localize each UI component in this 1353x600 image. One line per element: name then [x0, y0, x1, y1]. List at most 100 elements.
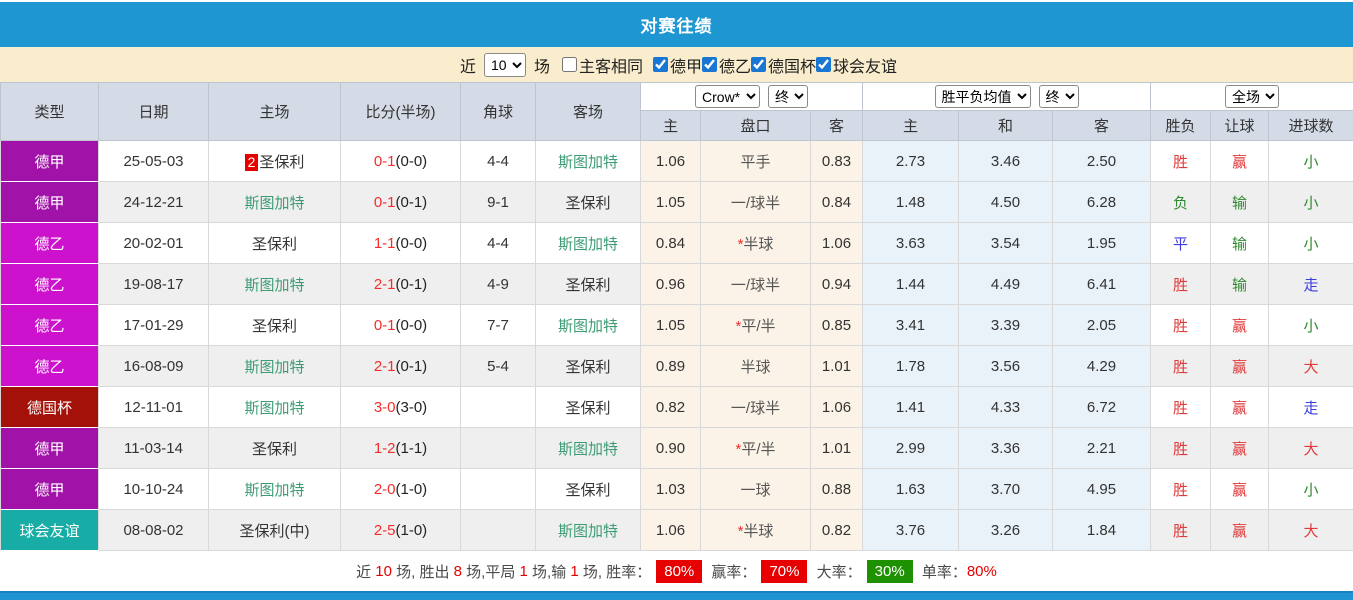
table-row: 德甲 11-03-14 圣保利 1-2(1-1) 斯图加特 0.90 *平/半 …	[0, 427, 1353, 469]
result-wdl-cell: 负	[1150, 181, 1212, 223]
handicap-line: 半球	[743, 235, 774, 253]
league-checkbox[interactable]	[652, 57, 668, 72]
col-header-away: 客场	[535, 82, 641, 141]
score-cell: 3-0(3-0)	[340, 386, 461, 428]
result-handicap-cell: 输	[1210, 222, 1270, 264]
handicap-line-cell: *平/半	[700, 427, 811, 469]
half-time-score: (0-1)	[395, 193, 428, 211]
same-venue-option[interactable]: 主客相同	[561, 53, 643, 77]
result-goals-cell: 小	[1268, 468, 1353, 510]
full-time-score: 2-1	[373, 275, 396, 293]
away-team-cell: 斯图加特	[535, 304, 641, 346]
league-checkbox[interactable]	[702, 57, 717, 72]
handicap-odds-away-cell: 0.88	[809, 468, 864, 510]
home-team-name: 圣保利	[251, 235, 297, 253]
scope-select[interactable]: 全场	[1225, 85, 1280, 108]
home-team-cell: 斯图加特	[208, 345, 341, 387]
table-row: 德甲 10-10-24 斯图加特 2-0(1-0) 圣保利 1.03 一球 0.…	[0, 468, 1353, 510]
odds-controls-cell: Crow* 终	[639, 82, 864, 111]
away-team-name: 圣保利	[565, 399, 611, 417]
same-venue-checkbox[interactable]	[561, 57, 577, 72]
summary-bar: 近 10 场, 胜出 8 场,平局 1 场,输 1 场, 胜率： 80% 赢率： 7…	[0, 551, 1353, 591]
avg-draw-cell: 3.54	[958, 222, 1054, 264]
match-date-cell: 08-08-02	[98, 509, 209, 551]
home-team-cell: 圣保利	[208, 427, 341, 469]
handicap-line-cell: 平手	[700, 140, 811, 182]
scope-controls-cell: 全场	[1150, 82, 1353, 111]
avg-draw-cell: 4.50	[958, 181, 1054, 223]
home-team-name: 圣保利	[259, 153, 305, 171]
league-filter-option[interactable]: 德甲	[652, 53, 702, 77]
avg-lose-cell: 4.95	[1052, 468, 1152, 510]
half-time-score: (0-0)	[395, 234, 428, 252]
home-team-name: 斯图加特	[244, 399, 305, 417]
subheader-handicap: 盘口	[700, 110, 811, 141]
table-row: 德乙 19-08-17 斯图加特 2-1(0-1) 4-9 圣保利 0.96 一…	[0, 263, 1353, 305]
full-time-score: 1-2	[373, 439, 396, 457]
h2h-table: 类型 日期 主场 比分(半场) 角球 客场 Crow* 终 胜平负均值终 全场 主…	[0, 82, 1353, 551]
full-time-score: 0-1	[373, 193, 396, 211]
handicap-line: 一/球半	[730, 399, 781, 417]
home-team-cell: 斯图加特	[208, 181, 341, 223]
summary-value: 1	[570, 562, 579, 580]
handicap-odds-home-cell: 0.82	[640, 386, 701, 428]
summary-text: 场, 胜出	[391, 563, 454, 581]
summary-value: 30%	[866, 559, 913, 583]
league-checkbox[interactable]	[816, 57, 832, 72]
match-type-cell: 德甲	[0, 427, 99, 469]
col-header-score: 比分(半场)	[340, 82, 461, 141]
avg-draw-cell: 3.70	[958, 468, 1054, 510]
handicap-odds-away-cell: 1.01	[809, 345, 864, 387]
half-time-score: (0-0)	[395, 152, 428, 170]
avg-lose-cell: 2.50	[1052, 140, 1152, 182]
result-wdl-cell: 平	[1150, 222, 1212, 264]
result-goals-cell: 走	[1268, 263, 1353, 305]
subheader-avg-draw: 和	[958, 110, 1054, 141]
avg-win-cell: 3.41	[862, 304, 960, 346]
score-cell: 2-5(1-0)	[340, 509, 461, 551]
subheader-result: 胜负	[1150, 110, 1212, 141]
corners-cell	[460, 386, 536, 428]
home-team-cell: 圣保利	[208, 222, 341, 264]
odds-time-select[interactable]: 终	[768, 85, 809, 108]
corners-cell	[460, 468, 536, 510]
avg-draw-cell: 4.49	[958, 263, 1054, 305]
table-body: 德甲 25-05-03 2 圣保利 0-1(0-0) 4-4 斯图加特 1.06 …	[0, 140, 1353, 551]
handicap-odds-away-cell: 1.06	[809, 386, 864, 428]
match-date-cell: 16-08-09	[98, 345, 209, 387]
recent-count-select[interactable]: 10	[483, 52, 526, 77]
result-goals-cell: 大	[1268, 427, 1353, 469]
match-date-cell: 10-10-24	[98, 468, 209, 510]
match-date-cell: 19-08-17	[98, 263, 209, 305]
result-wdl-cell: 胜	[1150, 468, 1212, 510]
handicap-odds-away-cell: 0.84	[809, 181, 864, 223]
result-handicap-cell: 赢	[1210, 386, 1270, 428]
corners-cell	[460, 509, 536, 551]
rank-badge: 2	[244, 153, 259, 171]
summary-value: 80%	[966, 562, 997, 580]
result-handicap-cell: 赢	[1210, 509, 1270, 551]
match-type-cell: 德国杯	[0, 386, 99, 428]
corners-cell: 7-7	[460, 304, 536, 346]
away-team-cell: 圣保利	[535, 263, 641, 305]
score-cell: 1-1(0-0)	[340, 222, 461, 264]
handicap-line-cell: *平/半	[700, 304, 811, 346]
odds-company-select[interactable]: Crow*	[695, 85, 761, 108]
avg-lose-cell: 4.29	[1052, 345, 1152, 387]
avg-metric-select[interactable]: 胜平负均值	[934, 85, 1031, 108]
result-wdl-cell: 胜	[1150, 427, 1212, 469]
corners-cell: 9-1	[460, 181, 536, 223]
result-wdl-cell: 胜	[1150, 304, 1212, 346]
avg-lose-cell: 6.28	[1052, 181, 1152, 223]
same-venue-label: 主客相同	[578, 58, 643, 76]
result-goals-cell: 小	[1268, 140, 1353, 182]
league-checkbox[interactable]	[751, 57, 767, 72]
avg-lose-cell: 6.41	[1052, 263, 1152, 305]
league-filter-option[interactable]: 德国杯	[751, 53, 816, 77]
league-filter-option[interactable]: 球会友谊	[816, 53, 897, 77]
avg-draw-cell: 3.39	[958, 304, 1054, 346]
league-filter-option[interactable]: 德乙	[702, 53, 751, 77]
col-header-corners: 角球	[460, 82, 536, 141]
table-row: 德甲 24-12-21 斯图加特 0-1(0-1) 9-1 圣保利 1.05 一…	[0, 181, 1353, 223]
avg-time-select[interactable]: 终	[1038, 85, 1079, 108]
